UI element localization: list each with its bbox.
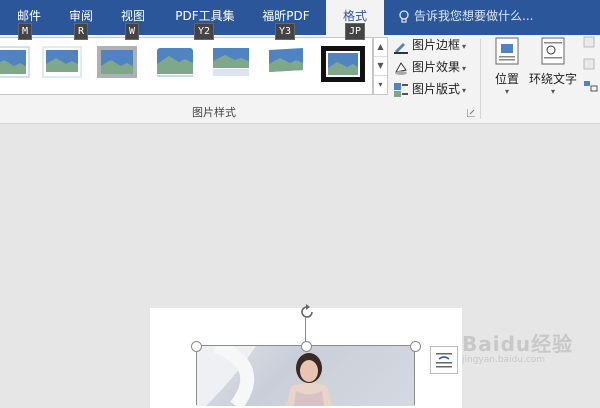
keytip-pdf-tools: Y2 — [194, 23, 215, 40]
keytip-foxit-pdf: Y3 — [275, 23, 296, 40]
tab-label: 审阅 — [68, 9, 93, 23]
send-backward-icon[interactable] — [582, 57, 600, 73]
chevron-down-icon: ▾ — [462, 64, 467, 73]
selection-frame — [196, 345, 197, 405]
cmd-label: 图片版式 — [412, 82, 461, 96]
selection-frame — [414, 345, 415, 405]
dialog-launcher-icon[interactable] — [467, 109, 475, 117]
gallery-more-icon[interactable]: ▾ — [374, 76, 387, 94]
wrap-text-button[interactable]: 环绕文字 ▾ — [528, 37, 578, 97]
group-label-picture-styles: 图片样式 — [192, 106, 236, 119]
keytip-format: JP — [345, 23, 366, 40]
gallery-scroll: ▲ ▼ ▾ — [373, 37, 388, 95]
gallery-down-icon[interactable]: ▼ — [374, 57, 387, 76]
picture-style-thumb-selected[interactable] — [321, 46, 365, 82]
picture-style-thumb[interactable] — [0, 46, 30, 78]
keytip-mailings: M — [18, 23, 33, 40]
position-button[interactable]: 位置 ▾ — [490, 37, 524, 97]
wrap-text-icon — [541, 37, 565, 65]
cmd-label: 图片边框 — [412, 38, 461, 52]
ribbon: ▲ ▼ ▾ 图片边框 ▾ 图片效果 ▾ 图片版式 ▾ 图片样式 位置 ▾ 环绕文… — [0, 35, 600, 124]
lightbulb-icon — [399, 9, 409, 23]
watermark-brand: Baidu经验 — [462, 332, 574, 356]
watermark: Baidu经验 jingyan.baidu.com — [462, 328, 573, 365]
picture-style-thumb[interactable] — [211, 46, 251, 78]
picture-layout-button[interactable]: 图片版式 ▾ — [393, 79, 466, 99]
picture-effects-icon — [395, 61, 407, 75]
picture-style-thumb[interactable] — [266, 46, 306, 78]
resize-handle-top[interactable] — [301, 341, 312, 352]
picture-border-button[interactable]: 图片边框 ▾ — [393, 35, 466, 55]
watermark-url: jingyan.baidu.com — [462, 355, 546, 365]
keytip-review: R — [74, 23, 89, 40]
picture-style-thumb[interactable] — [42, 46, 82, 78]
chevron-down-icon: ▾ — [462, 42, 467, 51]
rotate-handle-icon[interactable] — [299, 304, 315, 320]
tab-label: 格式 — [342, 9, 367, 23]
picture-border-icon — [394, 42, 408, 54]
picture-style-thumb[interactable] — [155, 46, 195, 78]
resize-handle-top-right[interactable] — [410, 341, 421, 352]
tab-label: PDF工具集 — [175, 9, 235, 23]
resize-handle-top-left[interactable] — [191, 341, 202, 352]
chevron-down-icon: ▾ — [550, 87, 555, 96]
keytip-view: W — [125, 23, 140, 40]
tab-label: 福昕PDF — [262, 9, 310, 23]
cmd-label: 图片效果 — [412, 60, 461, 74]
picture-style-thumb[interactable] — [97, 46, 137, 78]
selection-pane-icon[interactable] — [582, 79, 600, 95]
bring-forward-icon[interactable] — [582, 35, 600, 51]
selected-picture[interactable] — [196, 346, 415, 406]
layout-options-button[interactable] — [430, 346, 458, 374]
tell-me-placeholder: 告诉我您想要做什么... — [414, 9, 534, 23]
tell-me-search[interactable]: 告诉我您想要做什么... — [398, 0, 533, 35]
tab-label: 视图 — [120, 9, 145, 23]
group-separator — [480, 39, 481, 119]
ribbon-tab-bar: 邮件 审阅 视图 PDF工具集 福昕PDF 格式 告诉我您想要做什么... — [0, 0, 600, 36]
gallery-up-icon[interactable]: ▲ — [374, 38, 387, 57]
wrap-text-label: 环绕文字 — [528, 72, 577, 86]
tab-label: 邮件 — [16, 9, 41, 23]
position-label: 位置 — [494, 72, 519, 86]
picture-photo — [196, 346, 332, 406]
picture-styles-gallery — [0, 37, 373, 95]
position-icon — [495, 37, 519, 65]
picture-layout-icon — [394, 82, 408, 97]
chevron-down-icon: ▾ — [504, 87, 509, 96]
layout-options-icon — [436, 353, 452, 368]
picture-effects-button[interactable]: 图片效果 ▾ — [393, 57, 466, 77]
chevron-down-icon: ▾ — [462, 86, 467, 95]
